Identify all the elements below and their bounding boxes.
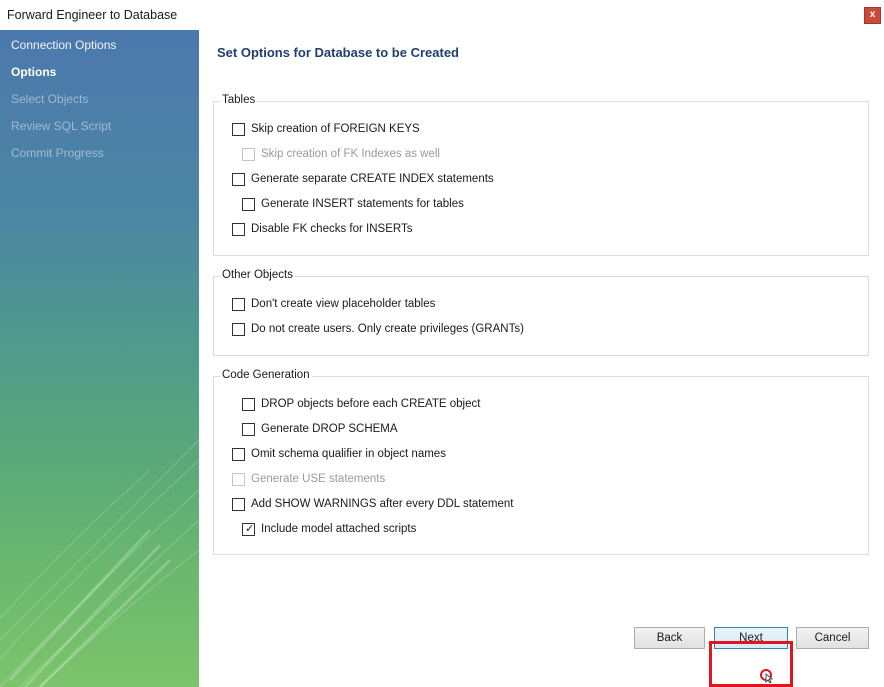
- option-drop-objects[interactable]: DROP objects before each CREATE object: [242, 396, 480, 412]
- checkbox[interactable]: [242, 197, 255, 211]
- option-label: Do not create users. Only create privile…: [251, 323, 524, 335]
- checkbox[interactable]: [232, 172, 245, 186]
- option-label: Skip creation of FK Indexes as well: [261, 148, 440, 160]
- mouse-cursor-icon: [760, 669, 774, 683]
- checkbox[interactable]: [242, 147, 255, 161]
- option-label: Don't create view placeholder tables: [251, 298, 436, 310]
- option-label: Skip creation of FOREIGN KEYS: [251, 123, 420, 135]
- checkbox[interactable]: [232, 447, 245, 461]
- window-title: Forward Engineer to Database: [7, 8, 178, 22]
- step-connection-options: Connection Options: [11, 38, 117, 52]
- cancel-button[interactable]: Cancel: [796, 627, 869, 649]
- option-no-view-placeholder[interactable]: Don't create view placeholder tables: [232, 296, 435, 312]
- option-include-model-scripts[interactable]: ✓ Include model attached scripts: [242, 521, 416, 537]
- code-generation-group-legend: Code Generation: [220, 369, 312, 381]
- code-generation-group: Code Generation DROP objects before each…: [213, 369, 869, 555]
- option-label: Disable FK checks for INSERTs: [251, 223, 413, 235]
- tables-group: Tables Skip creation of FOREIGN KEYS Ski…: [213, 94, 869, 256]
- wizard-sidebar: Connection Options Options Select Object…: [0, 30, 199, 687]
- highlight-box: [709, 641, 793, 687]
- other-objects-group-legend: Other Objects: [220, 269, 295, 281]
- checkbox-checked[interactable]: ✓: [242, 522, 255, 536]
- checkbox[interactable]: [232, 322, 245, 336]
- checkbox[interactable]: [232, 497, 245, 511]
- step-review-sql-script: Review SQL Script: [11, 119, 112, 133]
- check-icon: ✓: [245, 522, 255, 535]
- page-title: Set Options for Database to be Created: [217, 45, 459, 60]
- option-omit-schema-qualifier[interactable]: Omit schema qualifier in object names: [232, 446, 446, 462]
- main-panel: Set Options for Database to be Created T…: [199, 30, 884, 687]
- option-label: Omit schema qualifier in object names: [251, 448, 446, 460]
- checkbox[interactable]: [242, 422, 255, 436]
- checkbox[interactable]: [232, 472, 245, 486]
- close-button[interactable]: x: [864, 7, 881, 24]
- checkbox[interactable]: [242, 397, 255, 411]
- back-button[interactable]: Back: [634, 627, 705, 649]
- option-no-create-users[interactable]: Do not create users. Only create privile…: [232, 321, 524, 337]
- tables-group-legend: Tables: [220, 94, 258, 106]
- other-objects-group: Other Objects Don't create view placehol…: [213, 269, 869, 356]
- sidebar-decoration: [0, 439, 199, 687]
- option-label: DROP objects before each CREATE object: [261, 398, 481, 410]
- option-label: Generate INSERT statements for tables: [261, 198, 464, 210]
- step-options: Options: [11, 65, 57, 79]
- checkbox[interactable]: [232, 122, 245, 136]
- option-generate-drop-schema[interactable]: Generate DROP SCHEMA: [242, 421, 398, 437]
- option-skip-fk-indexes[interactable]: Skip creation of FK Indexes as well: [242, 146, 440, 162]
- option-generate-use[interactable]: Generate USE statements: [232, 471, 385, 487]
- option-show-warnings[interactable]: Add SHOW WARNINGS after every DDL statem…: [232, 496, 513, 512]
- checkbox[interactable]: [232, 222, 245, 236]
- step-select-objects: Select Objects: [11, 92, 89, 106]
- option-label: Generate DROP SCHEMA: [261, 423, 398, 435]
- option-generate-insert[interactable]: Generate INSERT statements for tables: [242, 196, 464, 212]
- option-skip-foreign-keys[interactable]: Skip creation of FOREIGN KEYS: [232, 121, 420, 137]
- title-bar: Forward Engineer to Database x: [0, 0, 884, 30]
- option-label: Generate separate CREATE INDEX statement…: [251, 173, 494, 185]
- option-label: Add SHOW WARNINGS after every DDL statem…: [251, 498, 514, 510]
- step-commit-progress: Commit Progress: [11, 146, 104, 160]
- option-separate-create-index[interactable]: Generate separate CREATE INDEX statement…: [232, 171, 494, 187]
- checkbox[interactable]: [232, 297, 245, 311]
- option-disable-fk-checks[interactable]: Disable FK checks for INSERTs: [232, 221, 412, 237]
- option-label: Include model attached scripts: [261, 523, 417, 535]
- option-label: Generate USE statements: [251, 473, 386, 485]
